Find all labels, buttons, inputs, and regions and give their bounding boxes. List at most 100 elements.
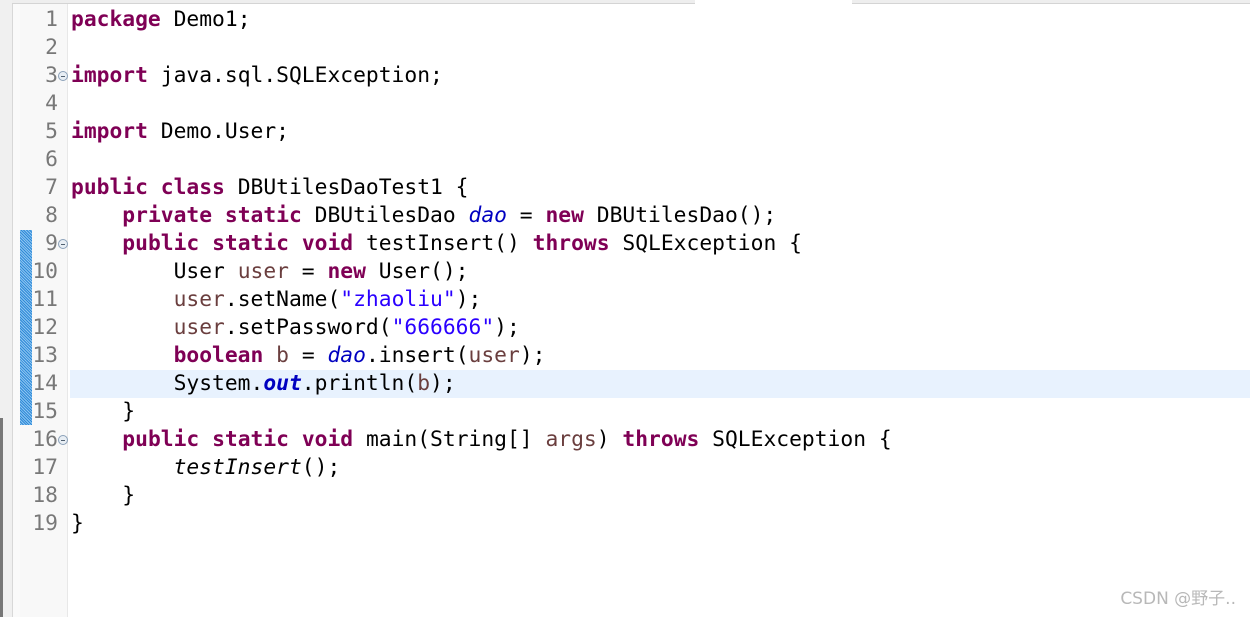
tab-bar-right	[852, 0, 1250, 4]
token: .setPassword(	[224, 315, 392, 340]
token-kw: static	[224, 203, 302, 228]
token: DBUtilesDao();	[583, 203, 777, 228]
token-loc: b	[276, 343, 289, 368]
token: SQLException {	[699, 427, 892, 452]
token-kw: import	[71, 63, 148, 88]
token-loc: user	[468, 343, 520, 368]
token-loc: user	[173, 315, 225, 340]
code-line[interactable]: 17 testInsert();	[0, 454, 1250, 482]
code-line[interactable]: 19}	[0, 510, 1250, 538]
token-smeth: testInsert	[173, 455, 302, 480]
code-line[interactable]: 8 private static DBUtilesDao dao = new D…	[0, 202, 1250, 230]
code-line[interactable]: 15 }	[0, 398, 1250, 426]
token: =	[506, 203, 546, 228]
line-number: 7	[45, 175, 58, 200]
token: ();	[301, 455, 341, 480]
code-text: import java.sql.SQLException;	[71, 62, 443, 90]
token: =	[288, 259, 328, 284]
code-line[interactable]: 1 package Demo1;	[0, 6, 1250, 34]
token: =	[289, 343, 328, 368]
code-line[interactable]: 10 User user = new User();	[0, 258, 1250, 286]
line-number: 12	[32, 315, 58, 340]
token: );	[494, 315, 520, 340]
code-line[interactable]: 16 public static void main(String[] args…	[0, 426, 1250, 454]
code-text: private static DBUtilesDao dao = new DBU…	[71, 202, 776, 230]
token-loc: b	[417, 371, 431, 396]
token-kw: static	[212, 427, 289, 452]
token: DBUtilesDao	[301, 203, 469, 228]
code-text: user.setName("zhaoliu");	[71, 286, 482, 314]
line-number: 11	[32, 287, 58, 312]
token-kw: static	[212, 231, 289, 256]
token: .setName(	[224, 287, 341, 312]
code-text: }	[71, 482, 135, 510]
code-text: user.setPassword("666666");	[71, 314, 520, 342]
code-line[interactable]: 6	[0, 146, 1250, 174]
token-kw: new	[327, 259, 366, 284]
code-line[interactable]: 11 user.setName("zhaoliu");	[0, 286, 1250, 314]
code-line[interactable]: 7 public class DBUtilesDaoTest1 {	[0, 174, 1250, 202]
line-number: 10	[32, 259, 58, 284]
token-kw: class	[160, 175, 225, 200]
line-number: 8	[45, 203, 58, 228]
code-line[interactable]: 13 boolean b = dao.insert(user);	[0, 342, 1250, 370]
token-kw: public	[71, 175, 148, 200]
line-number: 18	[32, 483, 58, 508]
token-fld: dao	[327, 343, 366, 368]
code-line[interactable]: 2	[0, 34, 1250, 62]
fold-collapse-icon[interactable]	[58, 239, 68, 249]
token-loc: user	[237, 259, 289, 284]
line-number: 17	[32, 455, 58, 480]
line-number: 6	[45, 147, 58, 172]
code-line[interactable]: 9 public static void testInsert() throws…	[0, 230, 1250, 258]
token-kw: void	[301, 231, 354, 256]
token-kw: public	[122, 231, 200, 256]
token: User();	[365, 259, 469, 284]
token-str: "666666"	[391, 315, 495, 340]
code-line[interactable]: 18 }	[0, 482, 1250, 510]
code-line[interactable]: 5 import Demo.User;	[0, 118, 1250, 146]
token-kw: throws	[532, 231, 610, 256]
code-text: User user = new User();	[71, 258, 469, 286]
token: }	[71, 511, 84, 536]
token: }	[71, 483, 136, 508]
token: );	[519, 343, 546, 368]
fold-collapse-icon[interactable]	[58, 71, 68, 81]
code-text: public class DBUtilesDaoTest1 {	[71, 174, 469, 202]
code-text: public static void testInsert() throws S…	[71, 230, 802, 258]
watermark: CSDN @野子..	[1120, 589, 1236, 609]
token: Demo.User;	[147, 119, 289, 144]
token: java.sql.SQLException;	[147, 63, 443, 88]
line-number: 13	[32, 343, 58, 368]
fold-collapse-icon[interactable]	[58, 435, 68, 445]
token-kw: private	[122, 203, 213, 228]
token-str: "zhaoliu"	[340, 287, 456, 312]
line-number: 16	[32, 427, 58, 452]
code-text: boolean b = dao.insert(user);	[71, 342, 546, 370]
token-sfld: out	[263, 371, 302, 396]
token-kw: new	[545, 203, 584, 228]
code-text: import Demo.User;	[71, 118, 289, 146]
code-line[interactable]: 4	[0, 90, 1250, 118]
code-line[interactable]: 14 System.out.println(b);	[0, 370, 1250, 398]
token: SQLException {	[609, 231, 802, 256]
token: System.	[71, 371, 264, 396]
token-kw: boolean	[173, 343, 264, 368]
line-number: 14	[32, 371, 58, 396]
token-kw: import	[71, 119, 148, 144]
token: }	[71, 399, 136, 424]
code-line[interactable]: 12 user.setPassword("666666");	[0, 314, 1250, 342]
code-line[interactable]: 3 import java.sql.SQLException;	[0, 62, 1250, 90]
token-kw: package	[71, 7, 161, 32]
token: );	[430, 371, 456, 396]
line-number: 5	[45, 119, 58, 144]
